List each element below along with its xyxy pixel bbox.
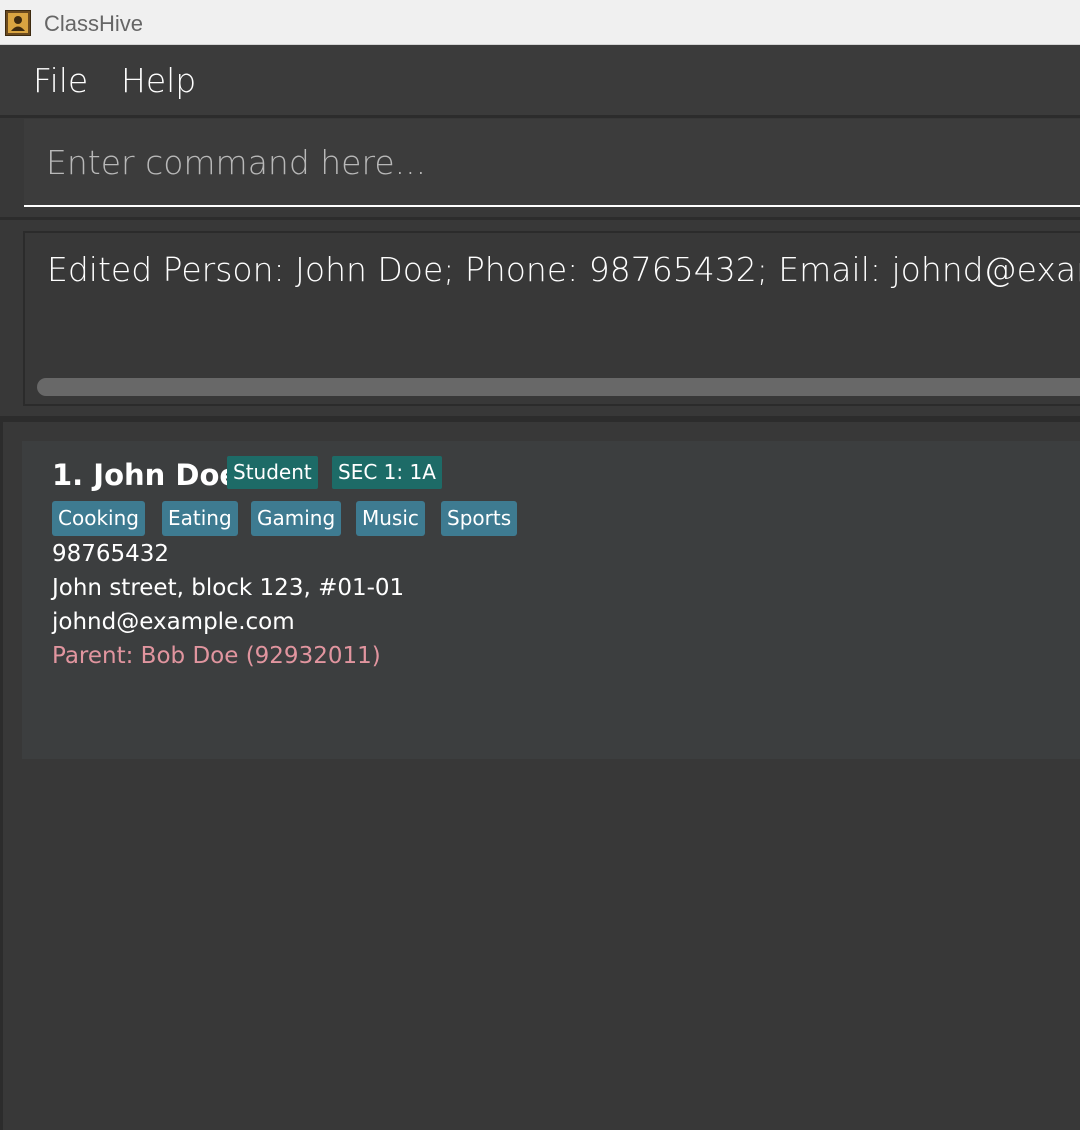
result-scrollbar[interactable] [37, 378, 1080, 396]
pane-divider [0, 217, 1080, 220]
tag: Gaming [251, 501, 342, 536]
person-name: 1. John Doe [52, 458, 240, 492]
address-book-icon [5, 10, 31, 36]
result-text: Edited Person: John Doe; Phone: 98765432… [47, 250, 1080, 289]
title-bar: ClassHive [0, 0, 1080, 45]
tag: Sports [441, 501, 518, 536]
person-card[interactable]: 1. John Doe Student SEC 1: 1A Cooking Ea… [22, 441, 1080, 759]
person-phone: 98765432 [52, 541, 170, 567]
menu-help[interactable]: Help [121, 61, 196, 101]
menu-file[interactable]: File [33, 61, 88, 101]
tag: Music [356, 501, 425, 536]
class-badge: SEC 1: 1A [332, 456, 442, 489]
person-email: johnd@example.com [52, 609, 295, 635]
menu-bar: File Help [0, 45, 1080, 115]
person-address: John street, block 123, #01-01 [52, 575, 405, 601]
tag: Cooking [52, 501, 145, 536]
role-badge: Student [227, 456, 318, 489]
window-title: ClassHive [44, 11, 144, 36]
command-input[interactable] [24, 119, 1080, 205]
result-display: Edited Person: John Doe; Phone: 98765432… [23, 231, 1080, 406]
command-box [24, 119, 1080, 207]
person-parent: Parent: Bob Doe (92932011) [52, 643, 381, 669]
tag: Eating [162, 501, 238, 536]
